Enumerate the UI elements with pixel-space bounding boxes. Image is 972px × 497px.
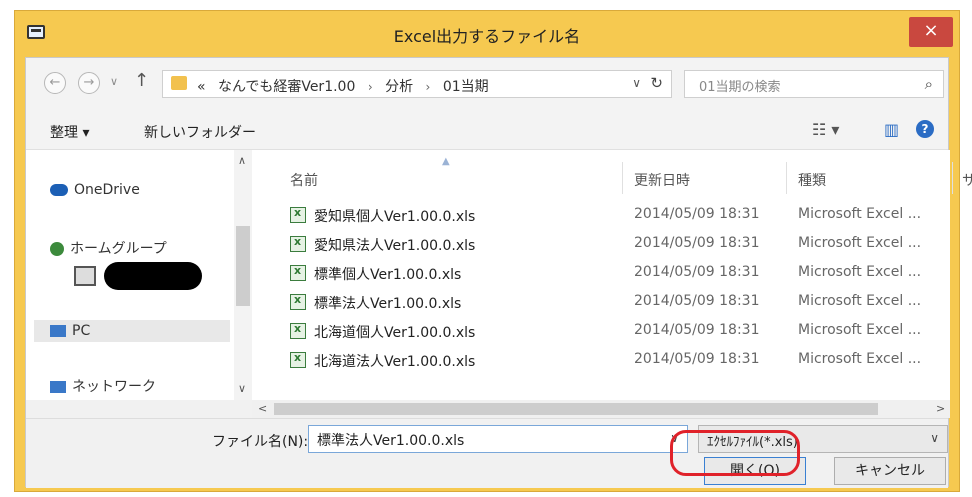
scroll-left-icon[interactable]: < — [258, 402, 267, 415]
column-header-size[interactable]: サイ — [962, 170, 972, 190]
file-dialog-window: Excel出力するファイル名 × ← → ∨ ↑ « なんでも経審Ver1.00… — [14, 10, 972, 492]
close-button[interactable]: × — [909, 17, 953, 47]
scroll-right-icon[interactable]: > — [936, 402, 945, 415]
navigation-bar: ← → ∨ ↑ « なんでも経審Ver1.00 › 分析 › 01当期 ∨ ↻ … — [26, 58, 948, 110]
file-row[interactable]: 標準法人Ver1.00.0.xls 2014/05/09 18:31 Micro… — [252, 289, 950, 317]
file-type: Microsoft Excel ... — [798, 235, 922, 251]
address-bar[interactable]: « なんでも経審Ver1.00 › 分析 › 01当期 ∨ ↻ — [162, 70, 672, 98]
excel-file-icon — [290, 293, 306, 310]
preview-pane-icon[interactable]: ▥ — [884, 120, 899, 139]
search-icon[interactable]: ⌕ — [925, 75, 933, 93]
column-header-date[interactable]: 更新日時 — [634, 170, 690, 190]
pc-icon — [50, 325, 66, 337]
command-bar: 整理 ▾ 新しいフォルダー ☷ ▾ ▥ ? — [26, 110, 948, 150]
file-date: 2014/05/09 18:31 — [634, 264, 760, 280]
highlight-annotation — [670, 430, 800, 476]
sidebar-item-label: ホームグループ — [70, 241, 167, 257]
file-row[interactable]: 愛知県個人Ver1.00.0.xls 2014/05/09 18:31 Micr… — [252, 202, 950, 230]
dialog-footer: ファイル名(N): 標準法人Ver1.00.0.xls ∨ ｴｸｾﾙﾌｧｲﾙ(*… — [26, 418, 948, 488]
address-dropdown-icon[interactable]: ∨ — [632, 76, 641, 90]
file-name: 標準法人Ver1.00.0.xls — [314, 296, 462, 312]
file-date: 2014/05/09 18:31 — [634, 322, 760, 338]
file-row[interactable]: 愛知県法人Ver1.00.0.xls 2014/05/09 18:31 Micr… — [252, 231, 950, 259]
column-divider[interactable] — [952, 162, 953, 194]
file-date: 2014/05/09 18:31 — [634, 235, 760, 251]
column-header-type[interactable]: 種類 — [798, 170, 826, 190]
organize-button[interactable]: 整理 ▾ — [50, 122, 89, 142]
filename-value: 標準法人Ver1.00.0.xls — [317, 433, 465, 449]
cancel-button[interactable]: キャンセル — [834, 457, 946, 485]
recent-locations-icon[interactable]: ∨ — [110, 75, 118, 88]
file-date: 2014/05/09 18:31 — [634, 293, 760, 309]
file-list: ▲ 名前 更新日時 種類 サイ 愛知県個人Ver1.00.0.xls 2014/… — [252, 150, 972, 400]
file-type: Microsoft Excel ... — [798, 322, 922, 338]
sidebar-item-homegroup[interactable]: ホームグループ — [50, 238, 167, 258]
breadcrumb-item[interactable]: 分析 — [385, 79, 413, 95]
help-icon[interactable]: ? — [916, 120, 934, 138]
scrollbar-thumb[interactable] — [274, 403, 878, 415]
sidebar-item-label: OneDrive — [74, 182, 140, 198]
breadcrumb-item[interactable]: 01当期 — [443, 79, 489, 95]
column-header-name[interactable]: 名前 — [290, 170, 318, 190]
file-name: 愛知県個人Ver1.00.0.xls — [314, 209, 476, 225]
redacted-user-name — [104, 262, 202, 290]
user-icon — [74, 266, 96, 286]
sidebar-item-onedrive[interactable]: OneDrive — [50, 182, 140, 198]
horizontal-scrollbar[interactable]: < > — [252, 400, 950, 418]
file-name: 北海道個人Ver1.00.0.xls — [314, 325, 476, 341]
column-divider[interactable] — [786, 162, 787, 194]
excel-file-icon — [290, 322, 306, 339]
folder-icon — [171, 76, 187, 90]
excel-file-icon — [290, 351, 306, 368]
scrollbar-thumb[interactable] — [236, 226, 250, 306]
file-date: 2014/05/09 18:31 — [634, 206, 760, 222]
filetype-dropdown-icon[interactable]: ∨ — [930, 431, 939, 445]
search-placeholder: 01当期の検索 — [699, 80, 781, 95]
filename-label: ファイル名(N): — [212, 434, 309, 450]
breadcrumb-separator-icon[interactable]: › — [426, 80, 431, 94]
file-row[interactable]: 北海道個人Ver1.00.0.xls 2014/05/09 18:31 Micr… — [252, 318, 950, 346]
scroll-down-icon[interactable]: ∨ — [238, 382, 246, 395]
file-name: 標準個人Ver1.00.0.xls — [314, 267, 462, 283]
file-type: Microsoft Excel ... — [798, 293, 922, 309]
file-name: 愛知県法人Ver1.00.0.xls — [314, 238, 476, 254]
breadcrumb-overflow[interactable]: « — [197, 79, 206, 95]
column-divider[interactable] — [622, 162, 623, 194]
cloud-icon — [50, 184, 68, 196]
file-date: 2014/05/09 18:31 — [634, 351, 760, 367]
refresh-icon[interactable]: ↻ — [650, 74, 663, 92]
scroll-up-icon[interactable]: ∧ — [238, 154, 246, 167]
view-options-icon[interactable]: ☷ ▾ — [812, 120, 839, 139]
breadcrumb: « なんでも経審Ver1.00 › 分析 › 01当期 — [197, 76, 489, 96]
sort-ascending-icon: ▲ — [442, 156, 450, 167]
sidebar-item-label: PC — [72, 323, 91, 339]
search-input[interactable]: 01当期の検索 ⌕ — [684, 70, 944, 98]
file-row[interactable]: 標準個人Ver1.00.0.xls 2014/05/09 18:31 Micro… — [252, 260, 950, 288]
breadcrumb-separator-icon[interactable]: › — [368, 80, 373, 94]
sidebar-scrollbar[interactable]: ∧ ∨ — [234, 150, 252, 400]
file-name: 北海道法人Ver1.00.0.xls — [314, 354, 476, 370]
sidebar-item-label: ネットワーク — [72, 379, 156, 395]
window-title: Excel出力するファイル名 — [393, 27, 581, 46]
file-row[interactable]: 北海道法人Ver1.00.0.xls 2014/05/09 18:31 Micr… — [252, 347, 950, 375]
navigation-pane: OneDrive ホームグループ PC ネットワーク — [26, 150, 252, 400]
new-folder-button[interactable]: 新しいフォルダー — [144, 122, 256, 142]
excel-file-icon — [290, 264, 306, 281]
sidebar-item-pc[interactable]: PC — [34, 320, 230, 342]
dialog-body: ← → ∨ ↑ « なんでも経審Ver1.00 › 分析 › 01当期 ∨ ↻ … — [25, 57, 972, 488]
excel-file-icon — [290, 235, 306, 252]
excel-file-icon — [290, 206, 306, 223]
up-icon[interactable]: ↑ — [134, 70, 149, 91]
filename-field[interactable]: 標準法人Ver1.00.0.xls ∨ — [308, 425, 688, 453]
file-type: Microsoft Excel ... — [798, 351, 922, 367]
network-icon — [50, 381, 66, 393]
file-type: Microsoft Excel ... — [798, 264, 922, 280]
forward-icon[interactable]: → — [78, 72, 100, 94]
back-icon[interactable]: ← — [44, 72, 66, 94]
homegroup-icon — [50, 242, 64, 256]
sidebar-item-network[interactable]: ネットワーク — [50, 376, 156, 396]
file-type: Microsoft Excel ... — [798, 206, 922, 222]
title-bar: Excel出力するファイル名 × — [15, 11, 959, 57]
breadcrumb-item[interactable]: なんでも経審Ver1.00 — [218, 79, 355, 95]
